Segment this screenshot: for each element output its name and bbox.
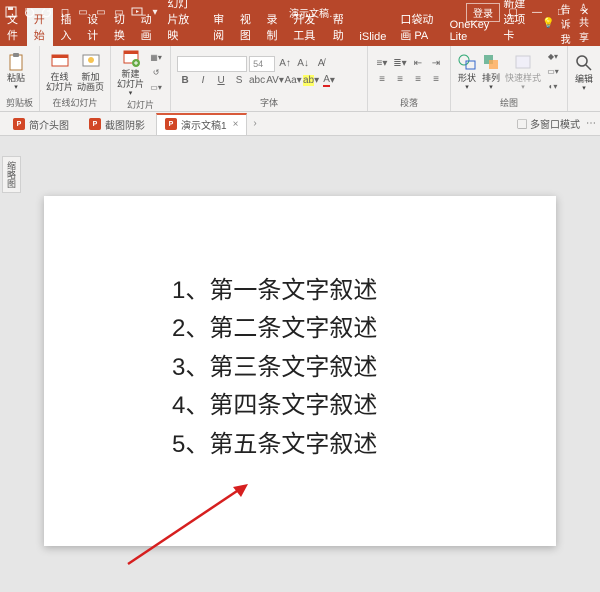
group-label-editing (574, 98, 594, 109)
shape-fill-icon[interactable]: ◆▾ (545, 50, 561, 64)
group-label-font: 字体 (177, 95, 361, 109)
annotation-arrow-icon (123, 479, 253, 569)
font-name-combo[interactable] (177, 56, 247, 72)
indent-dec-icon[interactable]: ⇤ (410, 57, 426, 71)
doctab-2[interactable]: P 截图阴影 (80, 113, 154, 135)
qat-dropdown-icon[interactable]: ▾ (148, 5, 162, 19)
qat-icon-6[interactable]: ▭ (94, 5, 108, 19)
powerpoint-icon: P (13, 118, 25, 130)
tell-me[interactable]: 告诉我 (561, 1, 573, 46)
spacing-icon[interactable]: AV▾ (267, 74, 283, 88)
section-icon[interactable]: ▭▾ (148, 81, 164, 95)
group-editing: 编辑▾ (568, 46, 600, 111)
group-clipboard: 粘贴▾ 剪贴板 (0, 46, 40, 111)
powerpoint-icon: P (165, 118, 177, 130)
workspace: 缩略图 1、第一条文字叙述 2、第二条文字叙述 3、第三条文字叙述 4、第四条文… (0, 136, 600, 592)
share-button[interactable]: ♙ 共享 (579, 3, 592, 44)
tab-record[interactable]: 录制 (260, 8, 287, 46)
qat-icon-7[interactable]: ▭ (112, 5, 126, 19)
tab-newtab[interactable]: 新建选项卡 (496, 0, 542, 46)
quick-access-toolbar: ◻ ▭ ▭ ▭ ▾ (4, 5, 162, 19)
group-label-slides: 幻灯片 (117, 97, 164, 111)
reset-icon[interactable]: ↺ (148, 66, 164, 80)
underline-icon[interactable]: U (213, 74, 229, 88)
font-color-icon[interactable]: A▾ (321, 74, 337, 88)
group-label-online: 在线幻灯片 (46, 95, 104, 109)
group-label-clipboard: 剪贴板 (6, 95, 33, 109)
tab-view[interactable]: 视图 (233, 8, 260, 46)
powerpoint-icon: P (89, 118, 101, 130)
doctabs-more-icon[interactable]: ⋯ (586, 118, 596, 129)
online-slides-button[interactable]: 在线 幻灯片 (46, 51, 73, 93)
group-font: 54 A↑ A↓ A̸ B I U S abc AV▾ Aa▾ ab▾ A▾ (171, 46, 368, 111)
qat-icon-4[interactable]: ◻ (58, 5, 72, 19)
case-icon[interactable]: Aa▾ (285, 74, 301, 88)
slide-line-4: 4、第四条文字叙述 (172, 387, 377, 425)
multi-window-button[interactable]: ▢ 多窗口模式 (517, 116, 580, 131)
slide-canvas[interactable]: 1、第一条文字叙述 2、第二条文字叙述 3、第三条文字叙述 4、第四条文字叙述 … (44, 196, 556, 546)
ribbon: 粘贴▾ 剪贴板 在线 幻灯片 新加 动画页 在线幻灯片 新建 幻灯片▾ ▦▾ (0, 46, 600, 112)
ribbon-tabs: 文件 开始 插入 设计 切换 动画 幻灯片放映 审阅 视图 录制 开发工具 帮助… (0, 24, 600, 46)
save-icon[interactable] (4, 5, 18, 19)
quick-styles-button[interactable]: 快速样式▾ (505, 52, 541, 92)
doctab-1-label: 简介头图 (29, 117, 69, 132)
undo-icon[interactable] (22, 5, 36, 19)
shapes-button[interactable]: 形状▾ (457, 52, 477, 92)
redo-icon[interactable] (40, 5, 54, 19)
align-left-icon[interactable]: ≡ (374, 73, 390, 87)
slide-line-1: 1、第一条文字叙述 (172, 272, 377, 310)
justify-icon[interactable]: ≡ (428, 73, 444, 87)
slide-line-5: 5、第五条文字叙述 (172, 426, 377, 464)
font-size-combo[interactable]: 54 (249, 56, 275, 72)
highlight-icon[interactable]: ab▾ (303, 74, 319, 88)
shape-outline-icon[interactable]: ▭▾ (545, 65, 561, 79)
chevron-right-icon[interactable]: › (249, 118, 260, 129)
layout-icon[interactable]: ▦▾ (148, 51, 164, 65)
doctab-3-label: 演示文稿1 (181, 117, 227, 132)
numbering-icon[interactable]: ≣▾ (392, 57, 408, 71)
strike-icon[interactable]: S (231, 74, 247, 88)
tab-onekey[interactable]: OneKey Lite (443, 16, 497, 46)
group-paragraph: ≡▾ ≣▾ ⇤ ⇥ ≡ ≡ ≡ ≡ 段落 (368, 46, 451, 111)
tab-islide[interactable]: iSlide (352, 28, 393, 46)
thumbnails-tab[interactable]: 缩略图 (2, 156, 21, 193)
align-right-icon[interactable]: ≡ (410, 73, 426, 87)
tab-koudai[interactable]: 口袋动画 PA (393, 8, 442, 46)
doctab-3[interactable]: P 演示文稿1 × (156, 113, 247, 135)
tab-review[interactable]: 审阅 (206, 8, 233, 46)
shape-effects-icon[interactable]: ◐▾ (545, 80, 561, 94)
tab-slideshow[interactable]: 幻灯片放映 (160, 0, 206, 46)
group-label-drawing: 绘图 (457, 95, 561, 109)
document-tabs: P 简介头图 P 截图阴影 P 演示文稿1 × › ▢ 多窗口模式 ⋯ (0, 112, 600, 136)
group-slides: 新建 幻灯片▾ ▦▾ ↺ ▭▾ 幻灯片 (111, 46, 171, 111)
clear-format-icon[interactable]: A̸ (313, 57, 329, 71)
group-drawing: 形状▾ 排列▾ 快速样式▾ ◆▾ ▭▾ ◐▾ 绘图 (451, 46, 568, 111)
grow-font-icon[interactable]: A↑ (277, 57, 293, 71)
close-tab-icon[interactable]: × (233, 119, 239, 130)
slide-line-2: 2、第二条文字叙述 (172, 310, 377, 348)
align-center-icon[interactable]: ≡ (392, 73, 408, 87)
new-anim-page-button[interactable]: 新加 动画页 (77, 51, 104, 93)
doctab-2-label: 截图阴影 (105, 117, 145, 132)
slide-line-3: 3、第三条文字叙述 (172, 349, 377, 387)
qat-icon-5[interactable]: ▭ (76, 5, 90, 19)
tab-help[interactable]: 帮助 (326, 8, 353, 46)
new-slide-button[interactable]: 新建 幻灯片▾ (117, 48, 144, 97)
bullets-icon[interactable]: ≡▾ (374, 57, 390, 71)
bold-icon[interactable]: B (177, 74, 193, 88)
paste-button[interactable]: 粘贴▾ (6, 52, 26, 92)
tab-dev[interactable]: 开发工具 (286, 8, 325, 46)
slide-text[interactable]: 1、第一条文字叙述 2、第二条文字叙述 3、第三条文字叙述 4、第四条文字叙述 … (172, 272, 377, 464)
arrange-button[interactable]: 排列▾ (481, 52, 501, 92)
lightbulb-icon: 💡 (542, 18, 554, 29)
italic-icon[interactable]: I (195, 74, 211, 88)
group-online-slides: 在线 幻灯片 新加 动画页 在线幻灯片 (40, 46, 111, 111)
doctab-1[interactable]: P 简介头图 (4, 113, 78, 135)
indent-inc-icon[interactable]: ⇥ (428, 57, 444, 71)
shrink-font-icon[interactable]: A↓ (295, 57, 311, 71)
group-label-para: 段落 (374, 95, 444, 109)
slideshow-icon[interactable] (130, 5, 144, 19)
shadow-icon[interactable]: abc (249, 74, 265, 88)
editing-button[interactable]: 编辑▾ (574, 53, 594, 93)
